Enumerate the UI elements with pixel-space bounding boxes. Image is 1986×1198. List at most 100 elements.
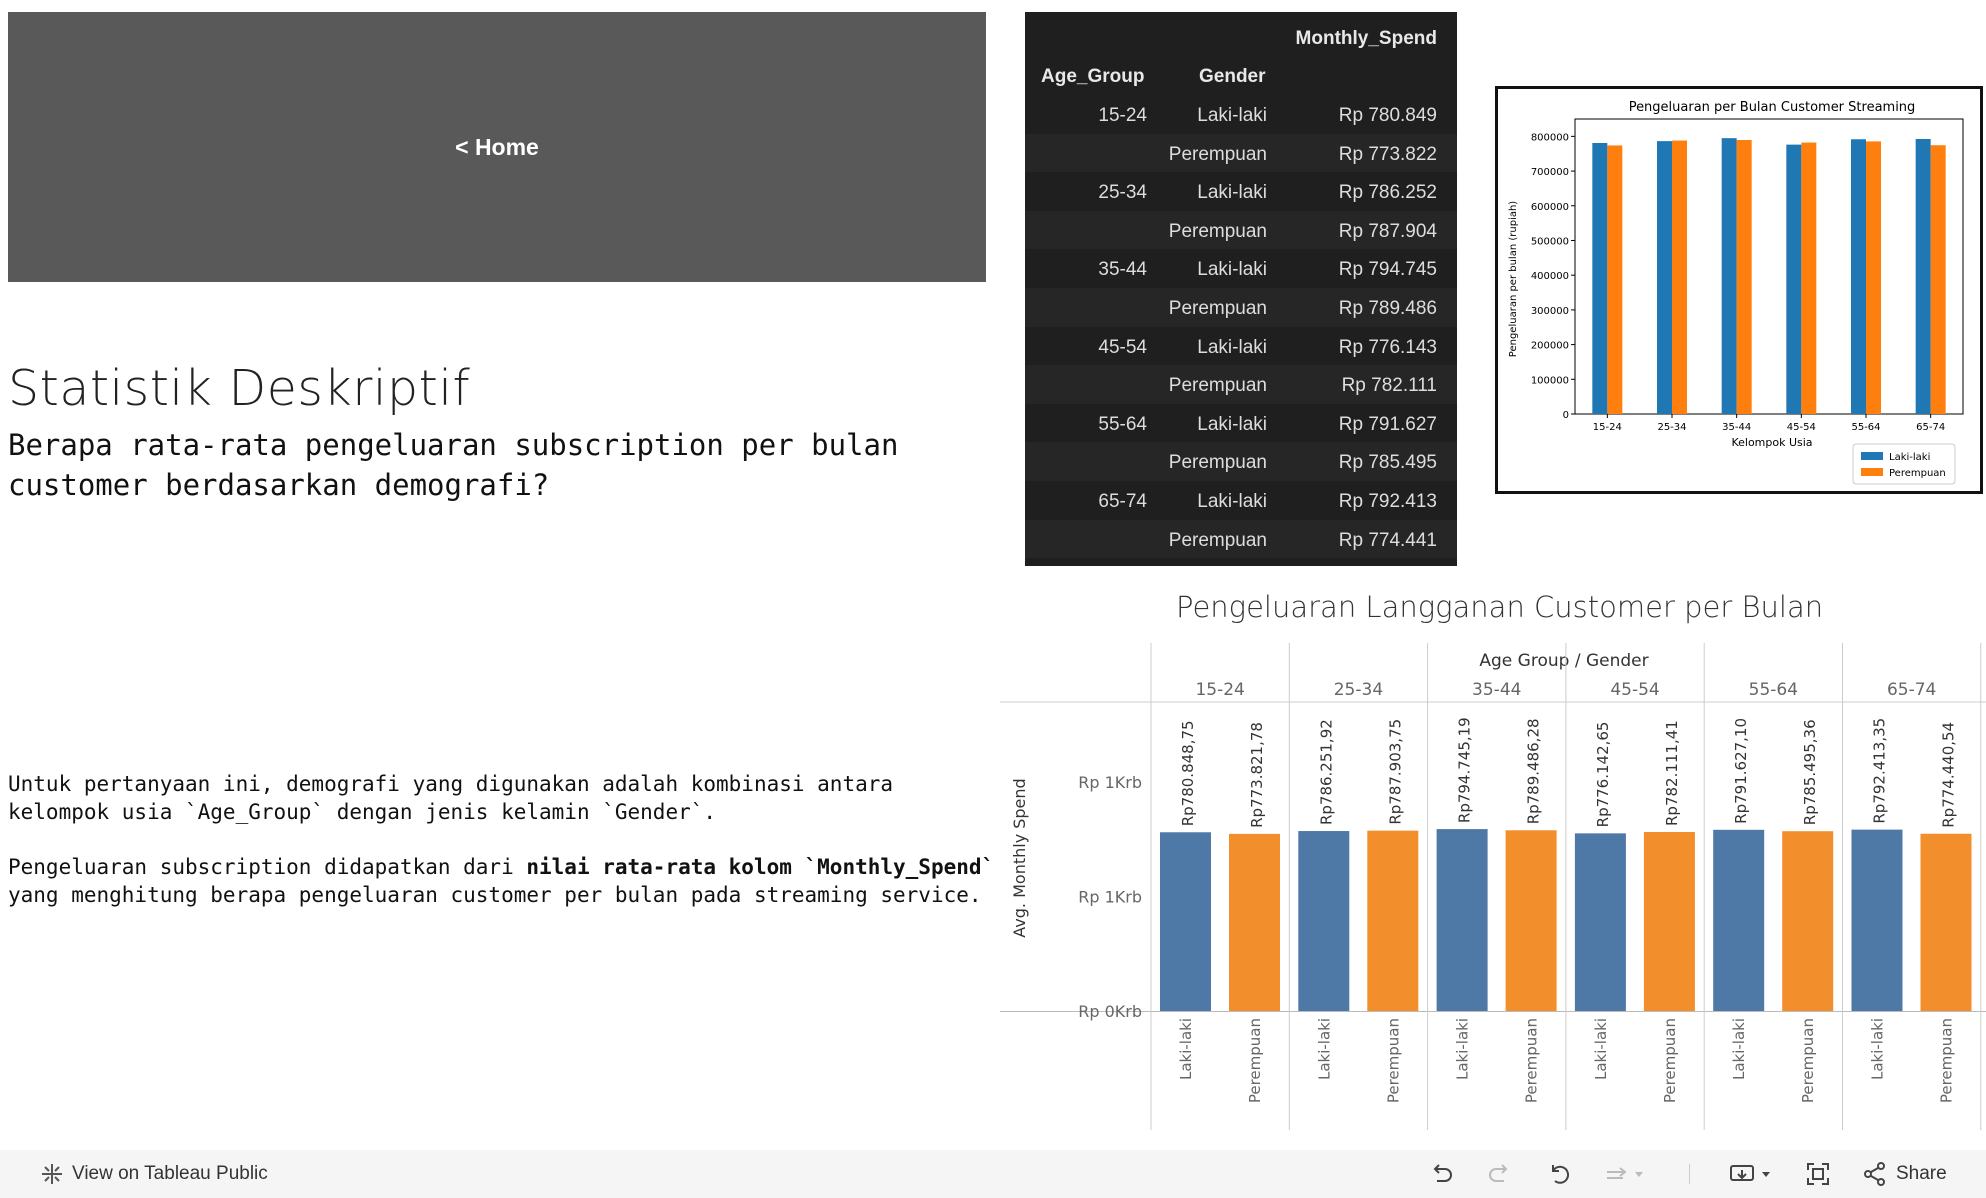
table-cell-monthly-spend: Rp 774.441: [1338, 529, 1437, 551]
table-cell-gender: Laki-laki: [1197, 413, 1267, 435]
fullscreen-button[interactable]: [1805, 1150, 1831, 1198]
description-bold-text: nilai rata-rata kolom `Monthly_Spend`: [526, 855, 995, 879]
tableau-bar[interactable]: [1298, 831, 1350, 1011]
tableau-bar[interactable]: [1713, 829, 1765, 1011]
table-cell-monthly-spend: Rp 780.849: [1338, 105, 1437, 126]
table-cell-monthly-spend: Rp 786.252: [1338, 182, 1437, 204]
tableau-bar[interactable]: [1436, 829, 1488, 1011]
table-cell-gender: Perempuan: [1168, 298, 1267, 319]
mpl-bar: [1801, 142, 1817, 415]
mpl-y-tick-label: 200000: [1531, 341, 1569, 352]
table-cell-monthly-spend: Rp 791.627: [1338, 413, 1437, 435]
tableau-bar[interactable]: [1229, 833, 1280, 1011]
tableau-data-label: Rp789.486,28: [1525, 718, 1543, 824]
tableau-gender-label: Laki-laki: [1869, 1018, 1887, 1080]
tableau-bar[interactable]: [1643, 831, 1695, 1011]
mpl-x-tick-label: 15-24: [1593, 422, 1622, 433]
tableau-data-label: Rp794.745,19: [1456, 717, 1474, 823]
table-cell-age-group: 15-24: [1098, 105, 1147, 126]
mpl-bar: [1657, 141, 1672, 414]
refresh-button[interactable]: [1603, 1150, 1647, 1198]
tableau-category-label: 35-44: [1472, 680, 1521, 700]
tableau-data-label: Rp782.111,41: [1663, 720, 1681, 826]
tableau-data-label: Rp774.440,54: [1940, 722, 1958, 828]
tableau-gender-label: Perempuan: [1661, 1018, 1679, 1103]
mpl-plot-area: 0 100000 200000 300000 400000 500000 600000 700…: [1531, 118, 1964, 485]
mpl-x-tick-label: 55-64: [1851, 422, 1880, 433]
table-cell-gender: Laki-laki: [1197, 182, 1267, 204]
tableau-bar[interactable]: [1367, 830, 1419, 1011]
table-cell-monthly-spend: Rp 773.822: [1338, 143, 1437, 165]
tableau-data-label: Rp780.848,75: [1179, 720, 1197, 826]
tableau-data-label: Rp791.627,10: [1732, 718, 1750, 824]
tableau-logo-icon: [42, 1164, 62, 1184]
tableau-bar[interactable]: [1505, 830, 1557, 1011]
table-cell-age-group: 35-44: [1098, 259, 1147, 281]
tableau-gender-label: Laki-laki: [1592, 1018, 1610, 1080]
description-text: yang menghitung berapa pengeluaran custo…: [8, 883, 982, 907]
view-on-tableau-link[interactable]: View on Tableau Public: [40, 1150, 268, 1198]
tableau-y-axis-label: Avg. Monthly Spend: [1010, 778, 1029, 937]
tableau-gender-label: Perempuan: [1799, 1018, 1817, 1103]
tableau-toolbar: View on Tableau Public Share: [0, 1150, 1986, 1198]
tableau-bar[interactable]: [1160, 832, 1211, 1011]
tableau-gender-label: Perempuan: [1523, 1018, 1541, 1103]
table-cell-gender: Laki-laki: [1197, 491, 1267, 512]
mpl-legend-label: Laki-laki: [1889, 452, 1930, 463]
tableau-data-label: Rp776.142,65: [1594, 722, 1612, 828]
table-cell-monthly-spend: Rp 787.904: [1338, 220, 1437, 242]
mpl-chart-frame: Pengeluaran per Bulan Customer Streaming…: [1495, 86, 1983, 494]
tableau-bar[interactable]: [1920, 833, 1972, 1011]
tableau-gender-label: Perempuan: [1384, 1018, 1402, 1103]
tableau-data-label: Rp785.495,36: [1801, 719, 1819, 825]
mpl-y-tick-label: 700000: [1531, 167, 1569, 178]
home-label: < Home: [455, 133, 539, 160]
undo-button[interactable]: [1428, 1150, 1454, 1198]
table-cell-gender: Laki-laki: [1197, 336, 1267, 358]
download-button[interactable]: [1728, 1150, 1774, 1198]
tableau-gender-label: Laki-laki: [1315, 1018, 1333, 1080]
tableau-plot-area: Rp 1Krb Rp 1Krb Rp 0Krb 15-24 Rp780.848,75 La…: [1000, 643, 1986, 1130]
tableau-bar[interactable]: [1782, 831, 1834, 1011]
redo-button[interactable]: [1487, 1150, 1513, 1198]
page-subtitle: Berapa rata-rata pengeluaran subscriptio…: [8, 428, 899, 502]
tableau-gender-label: Laki-laki: [1730, 1018, 1748, 1080]
toolbar-divider: [1689, 1164, 1690, 1184]
table-header-age-group: Age_Group: [1041, 66, 1145, 87]
mpl-legend-swatch: [1861, 468, 1883, 476]
tableau-category-label: 55-64: [1749, 680, 1798, 700]
table-cell-monthly-spend: Rp 782.111: [1341, 375, 1437, 397]
mpl-x-tick-label: 35-44: [1722, 422, 1751, 433]
tableau-bar[interactable]: [1851, 829, 1903, 1011]
mpl-y-axis-label: Pengeluaran per bulan (rupiah): [1508, 201, 1519, 358]
table-header-gender: Gender: [1199, 66, 1266, 87]
tableau-bar[interactable]: [1574, 833, 1626, 1011]
mpl-y-tick-label: 0: [1563, 410, 1569, 421]
revert-button[interactable]: [1547, 1150, 1573, 1198]
table-cell-gender: Perempuan: [1168, 375, 1267, 397]
tableau-category-label: 25-34: [1334, 680, 1383, 700]
page-title: Statistik Deskriptif: [8, 360, 471, 417]
view-on-tableau-label: View on Tableau Public: [72, 1163, 268, 1184]
mpl-bar: [1736, 140, 1752, 414]
share-button[interactable]: Share: [1862, 1150, 1947, 1198]
tableau-y-tick-label: Rp 0Krb: [1078, 1002, 1142, 1021]
tableau-gender-label: Perempuan: [1938, 1018, 1956, 1103]
description-paragraph-2: Pengeluaran subscription didapatkan dari…: [8, 853, 998, 909]
mpl-y-tick-label: 100000: [1531, 375, 1569, 386]
tableau-data-label: Rp792.413,35: [1871, 718, 1889, 824]
description-paragraph-1: Untuk pertanyaan ini, demografi yang dig…: [8, 772, 894, 824]
tableau-bar-chart: Age Group / Gender Avg. Monthly Spend Rp…: [1000, 643, 1986, 1130]
share-label: Share: [1896, 1163, 1947, 1184]
mpl-bar: [1930, 145, 1946, 414]
tableau-gender-label: Perempuan: [1246, 1018, 1264, 1103]
table-cell-monthly-spend: Rp 794.745: [1338, 259, 1437, 281]
share-icon: [1864, 1162, 1885, 1186]
tableau-gender-label: Laki-laki: [1177, 1018, 1195, 1080]
mpl-x-tick-label: 45-54: [1787, 422, 1816, 433]
home-button[interactable]: < Home: [8, 12, 986, 282]
mpl-bar: [1915, 138, 1931, 414]
tableau-category-label: 45-54: [1610, 680, 1659, 700]
tableau-gender-label: Laki-laki: [1454, 1018, 1472, 1080]
revert-icon: [1552, 1165, 1570, 1184]
